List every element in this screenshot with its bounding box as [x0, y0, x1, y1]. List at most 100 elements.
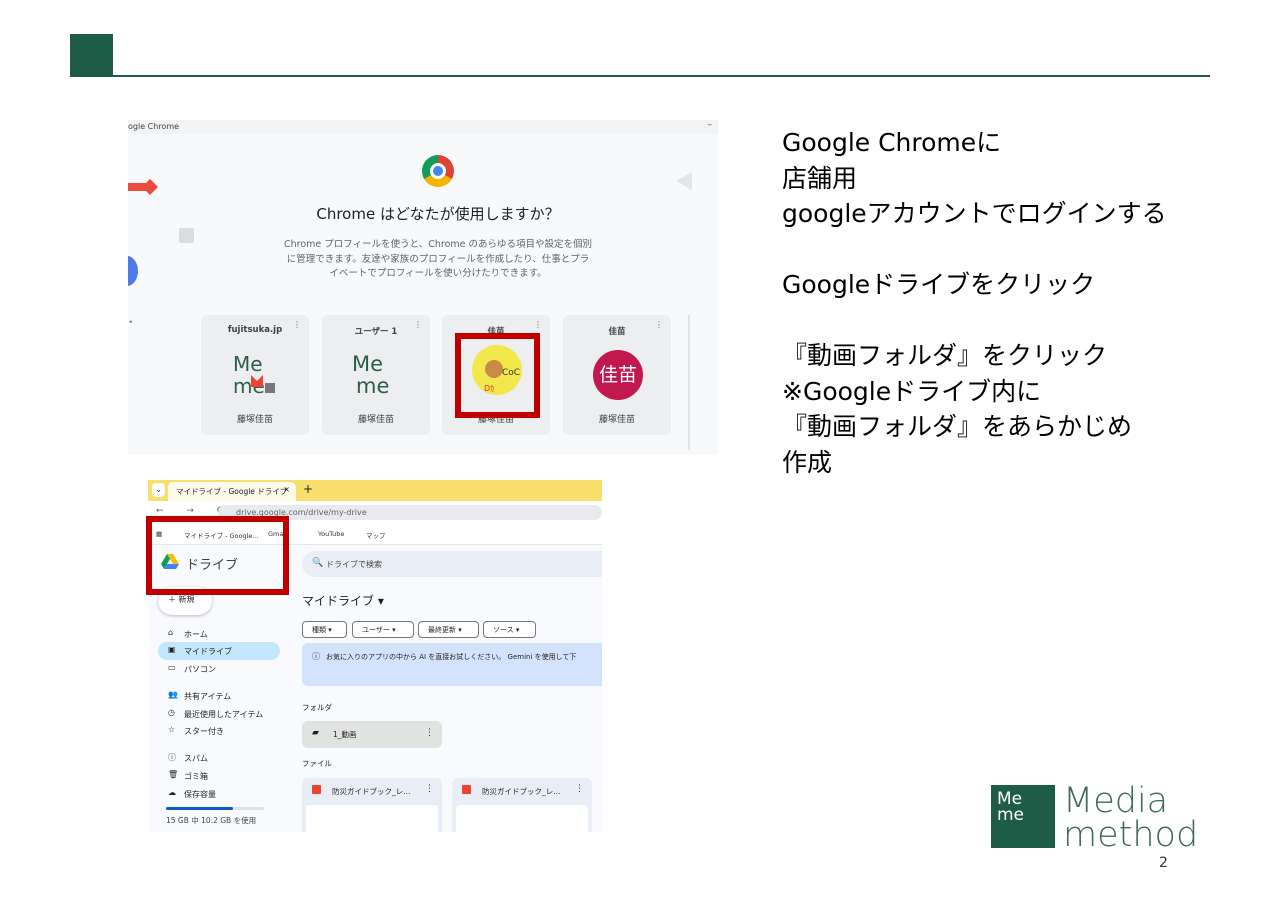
file-preview	[456, 805, 588, 832]
file-card[interactable]: 防災ガイドブック_レ... ⋮	[302, 778, 442, 832]
folder-icon: ▰	[312, 728, 319, 738]
sidebar-item-shared[interactable]: 👥 共有アイテム	[158, 687, 280, 705]
computer-icon: ▭	[168, 663, 176, 672]
card-menu-icon[interactable]: ⋮	[414, 320, 422, 329]
sidebar-item-mydrive[interactable]: ▣ マイドライブ	[158, 642, 280, 660]
instruction-line: googleアカウントでログインする	[782, 199, 1167, 228]
scroll-divider	[688, 315, 690, 450]
folder-item[interactable]: ▰ 1_動画 ⋮	[302, 721, 442, 748]
filter-modified[interactable]: 最終更新 ▾	[418, 621, 479, 638]
image-file-icon	[312, 785, 321, 794]
storage-bar	[166, 807, 264, 810]
folders-heading: フォルダ	[302, 703, 332, 712]
sidebar-item-home[interactable]: ⌂ ホーム	[158, 625, 280, 643]
brand-logo-square: Me me	[991, 785, 1055, 848]
svg-text:Me: Me	[352, 352, 383, 376]
cloud-icon: ☁	[168, 788, 176, 797]
page-title[interactable]: マイドライブ ▾	[302, 592, 384, 609]
initial-avatar: 佳苗	[593, 350, 643, 400]
card-menu-icon[interactable]: ⋮	[655, 320, 663, 329]
file-card[interactable]: 防災ガイドブック_レ... ⋮	[452, 778, 592, 832]
plus-icon: ＋	[168, 595, 179, 604]
tab-title: マイドライブ - Google ドライブ	[176, 487, 288, 496]
instruction-line: ※Googleドライブ内に	[782, 376, 1042, 406]
decorative-dot: •	[128, 318, 134, 328]
brand-logo-text: Media method	[1063, 781, 1199, 855]
storage-text: 15 GB 中 10.2 GB を使用	[166, 816, 257, 825]
shared-people-icon: 👥	[168, 690, 178, 699]
profile-card-user1[interactable]: ユーザー 1 ⋮ Me me 藤塚佳苗	[322, 315, 430, 435]
bookmark-youtube[interactable]: YouTube	[318, 530, 344, 538]
filter-source[interactable]: ソース ▾	[483, 621, 536, 638]
instruction-line: 『動画フォルダ』をあらかじめ	[782, 412, 1133, 441]
drive-highlight-box	[146, 516, 289, 595]
sidebar-item-storage[interactable]: ☁ 保存容量	[158, 785, 280, 803]
clock-icon: ◷	[168, 708, 175, 717]
new-button-label: 新規	[178, 595, 195, 604]
file-name: 防災ガイドブック_レ...	[482, 787, 561, 796]
instruction-gap	[782, 303, 1232, 339]
tab-dropdown-icon[interactable]: ⌄	[152, 483, 165, 497]
meme-logo-icon: Me me	[352, 352, 389, 398]
image-file-icon	[462, 785, 471, 794]
bookmark-maps[interactable]: マップ	[366, 530, 386, 540]
file-preview	[306, 805, 438, 832]
more-icon[interactable]: ⋮	[575, 784, 584, 794]
decorative-square	[179, 228, 194, 243]
card-menu-icon[interactable]: ⋮	[293, 320, 301, 329]
profile-question: Chrome はどなたが使用しますか？	[316, 205, 560, 223]
meme-logo-icon: Me me	[233, 352, 275, 398]
storage-fill	[166, 807, 233, 810]
minimize-icon[interactable]: –	[708, 120, 713, 130]
instruction-gap	[782, 232, 1232, 268]
drive-search-input[interactable]: 🔍 ドライブで検索	[302, 551, 602, 577]
browser-tabbar: ⌄ マイドライブ - Google ドライブ × +	[148, 480, 602, 501]
instructions: Google Chromeに 店舗用 googleアカウントでログインする Go…	[782, 125, 1232, 480]
profile-card-fujitsuka[interactable]: fujitsuka.jp ⋮ Me me 藤塚佳苗	[201, 315, 309, 435]
instruction-line: Google Chromeに	[782, 128, 1002, 157]
instruction-line: Googleドライブをクリック	[782, 270, 1096, 299]
svg-text:me: me	[356, 374, 389, 398]
instruction-line: 『動画フォルダ』をクリック	[782, 341, 1108, 370]
profile-description: Chrome プロフィールを使うと、Chrome のあらゆる項目や設定を個別 に…	[284, 239, 592, 279]
header-square	[70, 34, 113, 76]
profile-name: 藤塚佳苗	[236, 415, 273, 425]
more-icon[interactable]: ⋮	[425, 784, 434, 794]
search-icon: 🔍	[312, 558, 324, 568]
instruction-line: 店舗用	[782, 163, 858, 193]
sidebar-item-computers[interactable]: ▭ パソコン	[158, 660, 280, 678]
more-icon[interactable]: ⋮	[425, 728, 434, 738]
new-tab-icon[interactable]: +	[303, 482, 313, 496]
tab-close-icon[interactable]: ×	[283, 485, 290, 494]
profile-card-kanae-2[interactable]: 佳苗 ⋮ 佳苗 藤塚佳苗	[563, 315, 671, 435]
chrome-logo-icon	[422, 155, 454, 187]
profile-picker-screenshot: ogle Chrome – • Chrome はどなたが使用しますか？ Chro…	[128, 120, 718, 455]
header-rule	[70, 75, 1210, 77]
sidebar-item-recent[interactable]: ◷ 最近使用したアイテム	[158, 705, 280, 723]
home-icon: ⌂	[168, 628, 174, 637]
sidebar-item-starred[interactable]: ☆ スター付き	[158, 722, 280, 740]
files-heading: ファイル	[302, 759, 332, 768]
profile-name: 藤塚佳苗	[598, 415, 635, 425]
folder-name: 1_動画	[333, 730, 357, 739]
svg-text:Me: Me	[233, 352, 263, 376]
sidebar-item-trash[interactable]: 🗑 ゴミ箱	[158, 767, 280, 785]
window-titlebar: ogle Chrome –	[128, 120, 718, 134]
file-name: 防災ガイドブック_レ...	[332, 787, 411, 796]
decorative-triangle-icon	[676, 172, 692, 190]
sidebar-item-spam[interactable]: ⓘ スパム	[158, 749, 280, 767]
info-icon: ⓘ	[312, 652, 320, 661]
decorative-circle	[128, 256, 138, 286]
drive-folder-icon: ▣	[168, 645, 176, 654]
card-menu-icon[interactable]: ⋮	[534, 320, 542, 329]
page-number: 2	[1159, 855, 1168, 871]
browser-tab[interactable]: マイドライブ - Google ドライブ ×	[168, 482, 296, 501]
decorative-arrow-icon	[128, 179, 158, 195]
star-icon: ☆	[168, 725, 176, 734]
search-placeholder: ドライブで検索	[326, 560, 382, 569]
filter-user[interactable]: ユーザー ▾	[352, 621, 414, 638]
filter-type[interactable]: 種類 ▾	[302, 621, 347, 638]
profile-highlight-box	[455, 333, 540, 418]
instruction-line: 作成	[782, 447, 833, 477]
trash-icon: 🗑	[168, 770, 179, 779]
